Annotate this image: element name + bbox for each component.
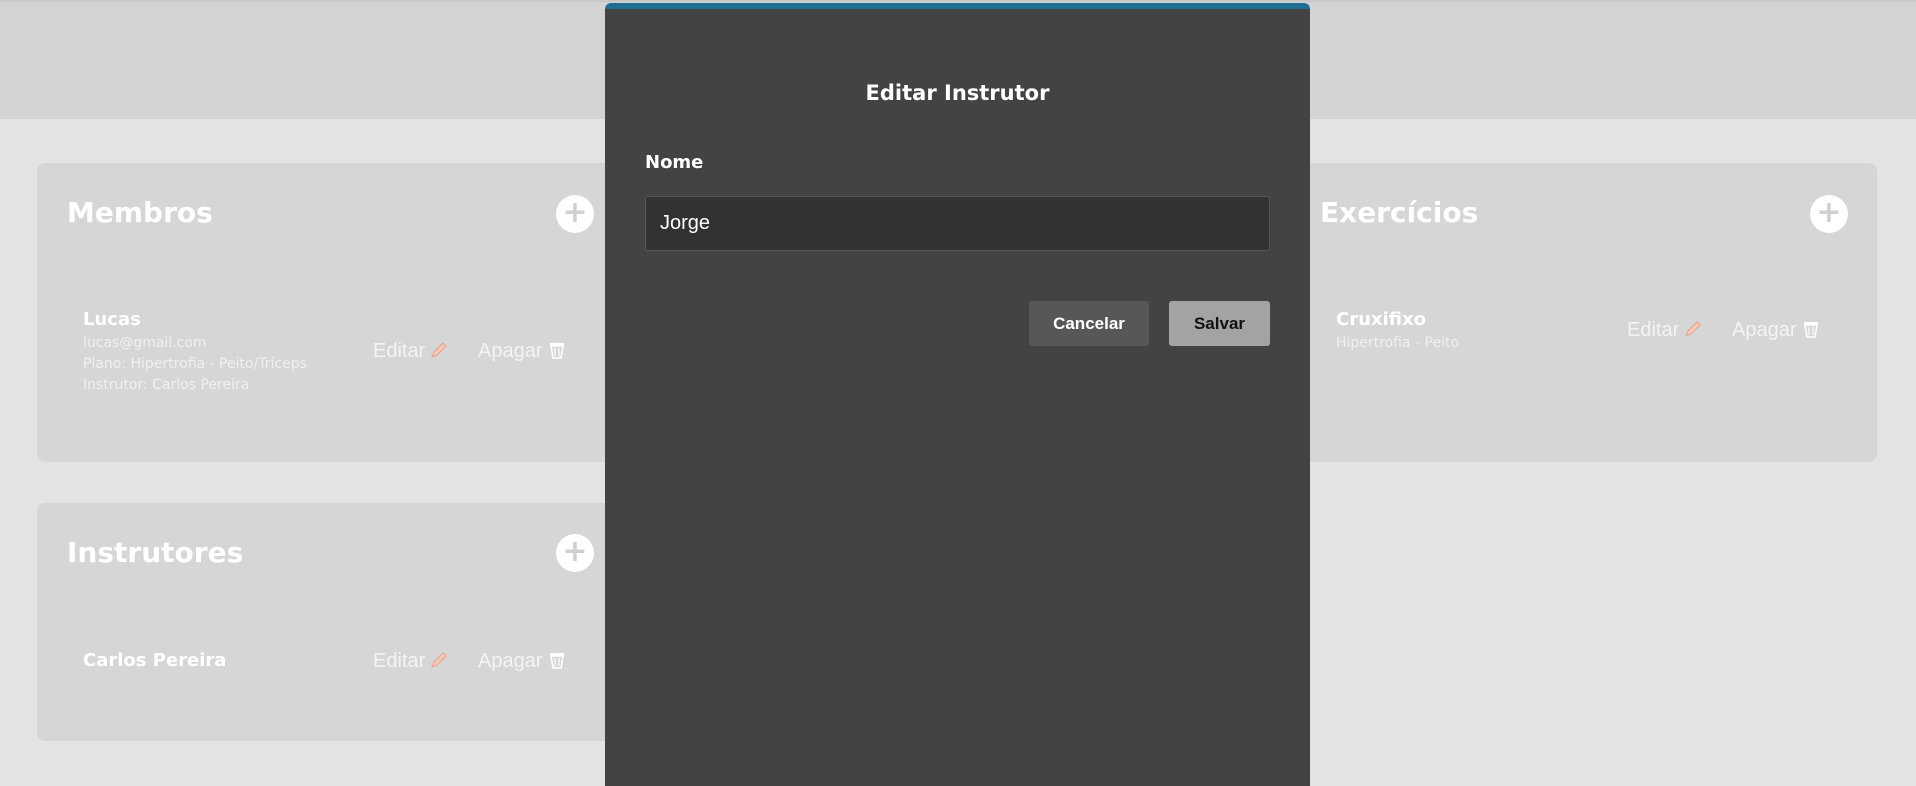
delete-exercise-button[interactable]: Apagar <box>1732 316 1821 347</box>
member-email: lucas@gmail.com <box>83 335 207 351</box>
instructors-card-title: Instrutores <box>67 536 244 569</box>
pencil-icon <box>429 650 449 678</box>
add-exercise-button[interactable]: + <box>1810 195 1848 233</box>
edit-instructor-modal: Editar Instrutor Nome Cancelar Salvar <box>605 3 1310 786</box>
member-name: Lucas <box>83 309 141 330</box>
pencil-icon <box>1683 319 1703 347</box>
delete-member-button[interactable]: Apagar <box>478 337 567 368</box>
plus-circle-icon: + <box>562 195 588 230</box>
exercises-card-title: Exercícios <box>1320 196 1479 229</box>
exercises-card: Exercícios + Cruxifixo Hipertrofia - Pei… <box>1290 163 1877 462</box>
edit-exercise-button[interactable]: Editar <box>1627 316 1703 347</box>
pencil-icon <box>429 340 449 368</box>
plus-circle-icon: + <box>1816 195 1842 230</box>
trash-icon <box>547 650 567 678</box>
member-plan: Plano: Hipertrofia - Peito/Tríceps <box>83 356 307 372</box>
trash-icon <box>1801 319 1821 347</box>
delete-label: Apagar <box>478 650 543 672</box>
add-member-button[interactable]: + <box>556 195 594 233</box>
cancel-button[interactable]: Cancelar <box>1029 301 1149 346</box>
instructors-card: Instrutores + Carlos Pereira Editar Apag… <box>37 503 637 741</box>
add-instructor-button[interactable]: + <box>556 534 594 572</box>
edit-label: Editar <box>373 650 426 672</box>
edit-member-button[interactable]: Editar <box>373 337 449 368</box>
edit-instructor-button[interactable]: Editar <box>373 647 449 678</box>
exercise-category: Hipertrofia - Peito <box>1336 335 1460 351</box>
delete-instructor-button[interactable]: Apagar <box>478 647 567 678</box>
exercise-name: Cruxifixo <box>1336 309 1426 330</box>
modal-title: Editar Instrutor <box>865 81 1050 105</box>
delete-label: Apagar <box>478 340 543 362</box>
save-button[interactable]: Salvar <box>1169 301 1270 346</box>
instructor-name: Carlos Pereira <box>83 650 227 671</box>
members-card: Membros + Lucas lucas@gmail.com Plano: H… <box>37 163 637 462</box>
edit-label: Editar <box>373 340 426 362</box>
plus-circle-icon: + <box>562 534 588 569</box>
delete-label: Apagar <box>1732 319 1797 341</box>
page: Fit Gym Gerenciamento Membros + Lucas lu… <box>0 0 1916 786</box>
member-instructor: Instrutor: Carlos Pereira <box>83 377 250 393</box>
edit-label: Editar <box>1627 319 1680 341</box>
name-field-label: Nome <box>645 152 704 173</box>
name-input[interactable] <box>645 196 1270 251</box>
members-card-title: Membros <box>67 196 213 229</box>
trash-icon <box>547 340 567 368</box>
